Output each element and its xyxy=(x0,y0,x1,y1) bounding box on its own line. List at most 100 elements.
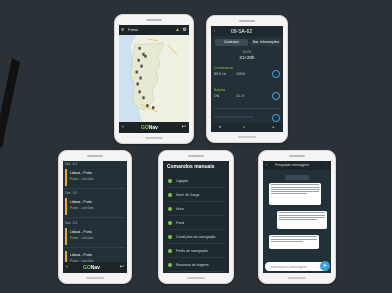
home-bar xyxy=(238,136,256,138)
speaker xyxy=(289,155,305,157)
speaker xyxy=(146,19,162,21)
battery-voltage: 3.1 V xyxy=(236,94,245,98)
chat-search[interactable]: Pesquisar mensagem xyxy=(275,163,309,167)
extra-row xyxy=(214,114,280,120)
back-arrow-icon[interactable]: ‹ xyxy=(122,124,124,130)
trip-item[interactable]: Lisboa - Porto Porto - Leixões xyxy=(65,167,125,189)
elapsed-time: 21+20h xyxy=(239,55,255,60)
status-gauge-icon xyxy=(272,114,280,122)
menu-item[interactable]: Ligação xyxy=(167,175,226,188)
back-icon[interactable]: ‹ xyxy=(214,29,215,33)
home-icon[interactable]: ● xyxy=(243,125,245,129)
trip-marker xyxy=(65,198,67,215)
boat-screen: ‹ 09-SA-62 Controlos Bar. Informações 00… xyxy=(211,26,283,132)
section-day-1: Dia: 1/1 xyxy=(65,162,78,166)
return-icon[interactable]: ↩ xyxy=(182,124,186,130)
map-view[interactable] xyxy=(119,35,189,122)
section-battery: Bateria xyxy=(214,88,226,92)
return-icon[interactable]: ↩ xyxy=(120,264,124,270)
speaker xyxy=(188,155,204,157)
menu-item[interactable]: Hora xyxy=(167,203,226,216)
trip-marker xyxy=(65,169,67,186)
message-placeholder: Introduza a mensagem xyxy=(271,264,307,269)
message-bubble xyxy=(269,235,319,249)
map-bottombar: ‹ GONav ↩ xyxy=(119,122,189,133)
home-bar xyxy=(288,277,306,279)
showcase-stage: ☰ Portos ▲ ⚙ ‹ GONav ↩ ‹ 09-SA-62 Contro… xyxy=(0,0,392,293)
phone-chat: ‹ Pesquisar mensagem ⋮ Introduza a mensa… xyxy=(258,150,336,284)
trip-sub: Porto - Leixões xyxy=(70,177,94,181)
more-icon[interactable]: ⋮ xyxy=(325,163,329,167)
menu-item-icon xyxy=(168,207,172,211)
menu-item[interactable]: Porta xyxy=(167,217,226,230)
trip-label: Lisboa - Porto xyxy=(70,171,92,175)
trip-label: Lisboa - Porto xyxy=(70,253,92,257)
map-graphic xyxy=(119,35,189,122)
back-arrow-icon[interactable]: ‹ xyxy=(66,264,68,270)
battery-row: ON 3.1 V xyxy=(214,94,280,99)
settings-icon[interactable]: ▲ xyxy=(272,125,275,129)
menu-screen: Comandos manuais Ligação Nível de Carga … xyxy=(163,161,229,273)
boat-bottombar: ■ ● ▲ xyxy=(211,123,283,132)
menu-title: Comandos manuais xyxy=(167,164,215,170)
tab-controls[interactable]: Controlos xyxy=(215,39,248,46)
menu-item[interactable]: Perfis de navegação xyxy=(167,245,226,258)
message-bubble xyxy=(269,183,321,205)
home-bar xyxy=(145,137,163,139)
speaker xyxy=(239,20,255,22)
trip-label: Lisboa - Porto xyxy=(70,200,92,204)
boat-title: 09-SA-62 xyxy=(231,29,253,35)
phone-trip-list: Dia: 1/1 Lisboa - Porto Porto - Leixões … xyxy=(58,150,132,284)
home-bar xyxy=(86,277,104,279)
map-title: Portos xyxy=(128,28,139,32)
trips-screen: Dia: 1/1 Lisboa - Porto Porto - Leixões … xyxy=(63,161,127,273)
reference-time: 00:00 xyxy=(242,50,252,54)
map-screen: ☰ Portos ▲ ⚙ ‹ GONav ↩ xyxy=(119,25,189,133)
lock-icon[interactable]: ■ xyxy=(219,125,221,129)
back-icon[interactable]: ‹ xyxy=(266,163,267,167)
menu-item-icon xyxy=(168,179,172,183)
boat-header: ‹ 09-SA-62 xyxy=(211,26,283,36)
chat-header: ‹ Pesquisar mensagem ⋮ xyxy=(263,161,331,170)
bookmark-icon[interactable]: ▲ xyxy=(175,27,180,33)
menu-item[interactable]: Condições de navegação xyxy=(167,231,226,244)
message-bubble xyxy=(277,211,327,229)
trip-marker xyxy=(65,228,67,245)
trip-item[interactable]: Lisboa - Porto Porto - Leixões xyxy=(65,226,125,248)
speaker xyxy=(87,155,103,157)
trip-sub: Porto - Leixões xyxy=(70,236,94,240)
brand-logo: GONav xyxy=(141,125,158,131)
home-bar xyxy=(187,277,205,279)
trip-label: Lisboa - Porto xyxy=(70,230,92,234)
divider xyxy=(214,108,280,109)
boat-tabs: Controlos Bar. Informações xyxy=(215,39,281,46)
phone-menu: Comandos manuais Ligação Nível de Carga … xyxy=(158,150,234,284)
decorative-brush-stroke xyxy=(0,58,20,148)
menu-item-icon xyxy=(168,263,172,267)
message-bubble xyxy=(285,175,309,180)
placeholder-line xyxy=(214,116,254,118)
menu-icon[interactable]: ☰ xyxy=(121,28,124,32)
menu-item[interactable]: Resumos de viagens xyxy=(167,259,226,272)
fuel-row: 89.5 Ltr 100% xyxy=(214,72,280,77)
tab-info[interactable]: Bar. Informações xyxy=(251,39,281,46)
section-day-2: Dia: 1/2 xyxy=(65,191,78,195)
menu-item-icon xyxy=(168,249,172,253)
trip-item[interactable]: Lisboa - Porto Porto - Leixões xyxy=(65,196,125,218)
trip-sub: Porto - Leixões xyxy=(70,206,94,210)
message-input[interactable]: Introduza a mensagem ➤ xyxy=(265,261,330,271)
fuel-percent: 100% xyxy=(236,72,245,76)
menu-item-icon xyxy=(168,193,172,197)
phone-map: ☰ Portos ▲ ⚙ ‹ GONav ↩ xyxy=(114,14,194,144)
section-fuel: Combustível xyxy=(214,66,234,70)
send-icon[interactable]: ➤ xyxy=(320,261,330,271)
fuel-value: 89.5 Ltr xyxy=(214,72,226,76)
phone-boat-dashboard: ‹ 09-SA-62 Controlos Bar. Informações 00… xyxy=(206,15,288,143)
gear-icon[interactable]: ⚙ xyxy=(183,27,187,33)
trips-bottombar: ‹ GONav ↩ xyxy=(63,262,127,273)
fuel-gauge-icon xyxy=(272,70,280,78)
menu-item-icon xyxy=(168,235,172,239)
brand-logo: GONav xyxy=(83,265,100,271)
menu-item[interactable]: Nível de Carga xyxy=(167,189,226,202)
section-day-3: Dia: 1/3 xyxy=(65,221,78,225)
